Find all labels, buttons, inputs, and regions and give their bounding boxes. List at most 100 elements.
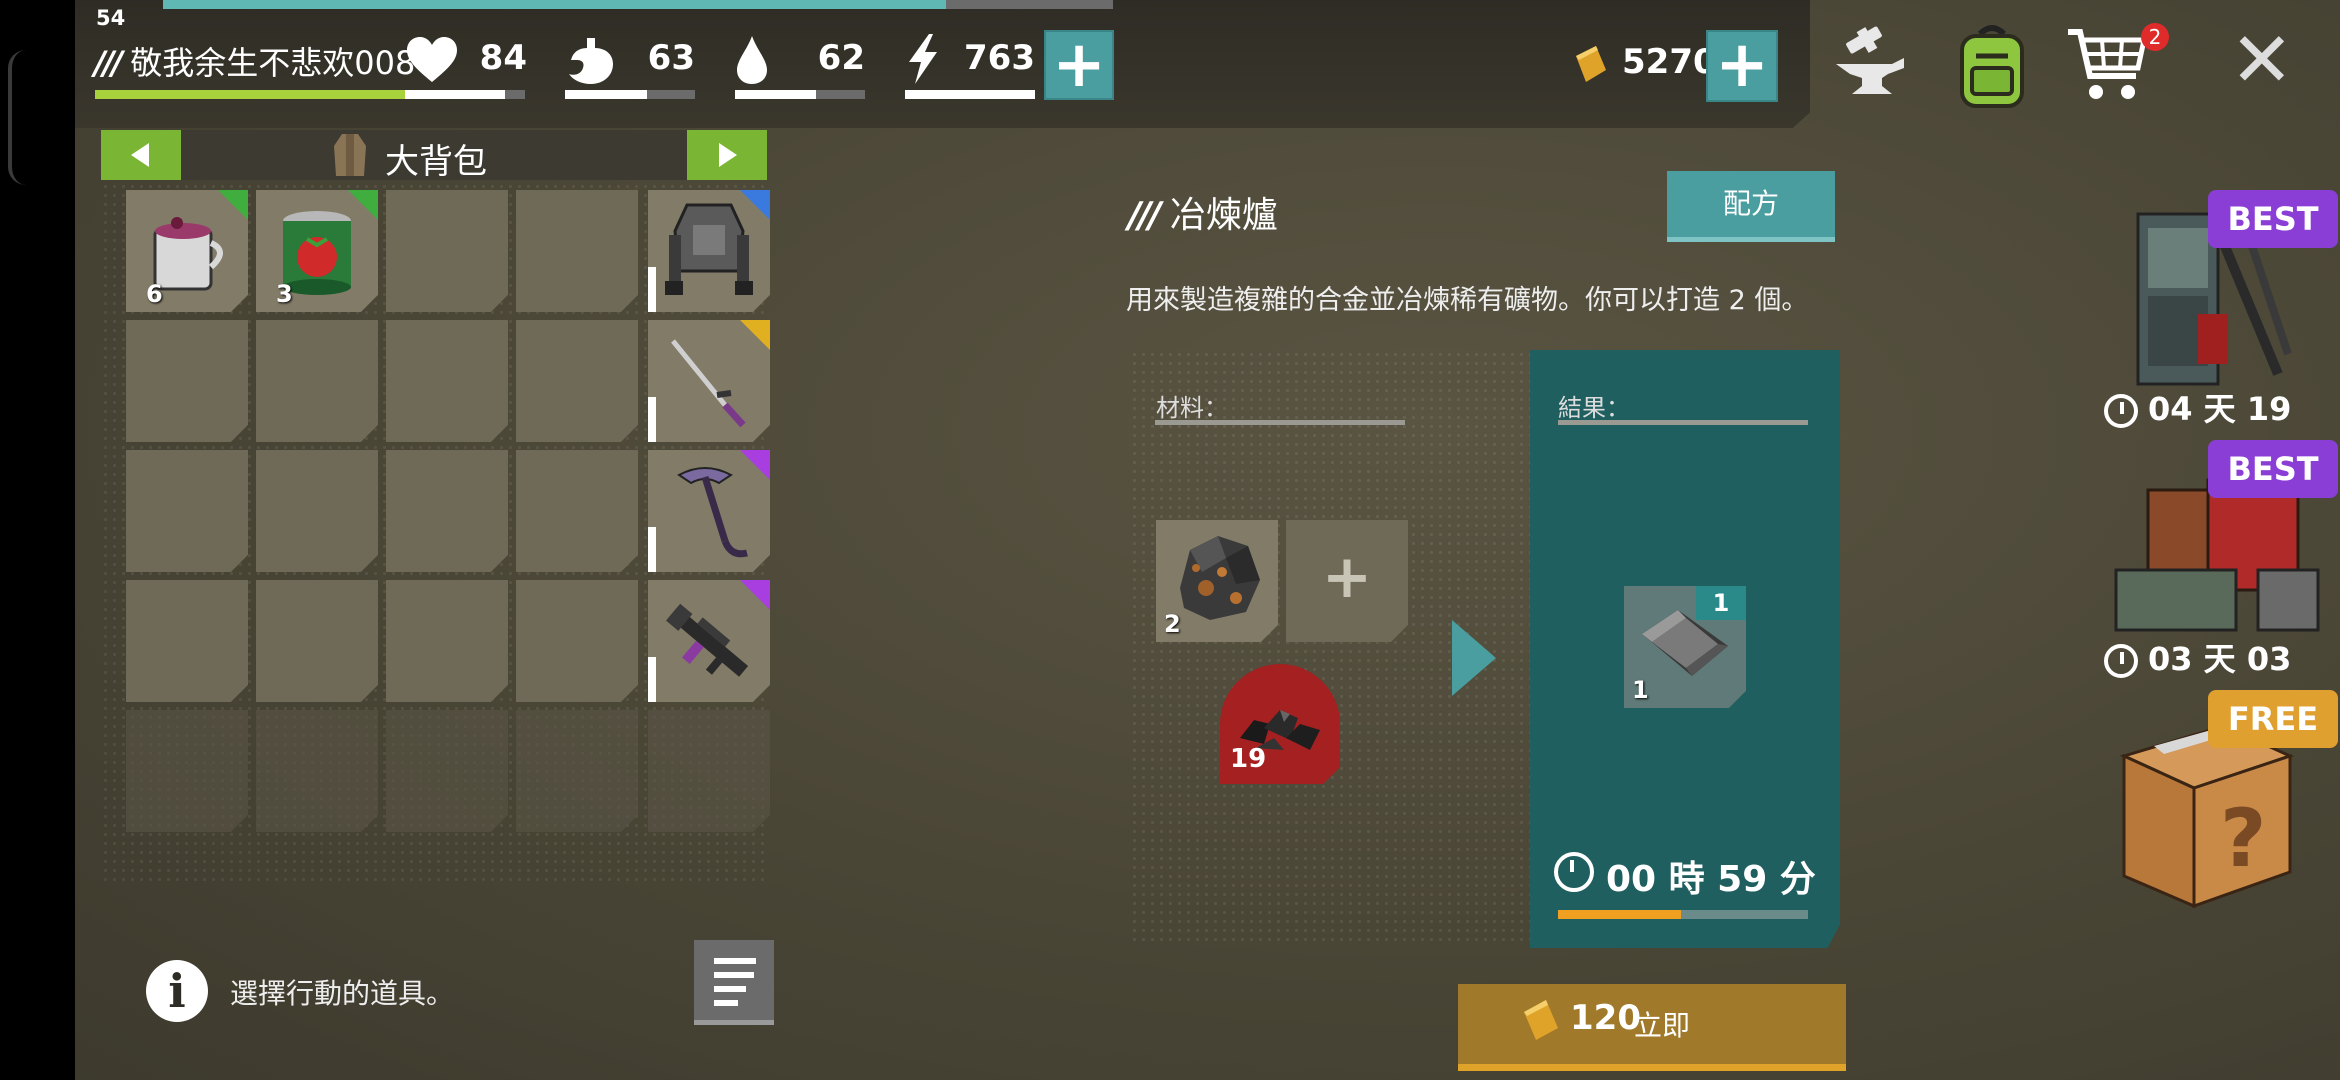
inventory-slot-berry-tea-mug[interactable]: 6 [126, 190, 248, 312]
inventory-title: 大背包 [385, 142, 487, 182]
svg-text:?: ? [2220, 792, 2266, 885]
inventory-slot-tomato-can[interactable]: 3 [256, 190, 378, 312]
offer-2-timer-text: 03 天 03 [2148, 640, 2292, 678]
empty-slot[interactable] [386, 320, 508, 442]
health-value: 84 [479, 38, 527, 78]
offer-2-timer: 03 天 03 [2104, 634, 2291, 680]
food-value: 63 [647, 38, 695, 78]
material-slot-ore[interactable]: 2 [1156, 520, 1278, 642]
sort-line [714, 986, 746, 992]
empty-slot[interactable] [126, 580, 248, 702]
inventory-next-button[interactable] [687, 130, 767, 180]
result-label: 結果： [1558, 394, 1630, 422]
offer-1-badge: BEST [2208, 190, 2338, 248]
station-description: 用來製造複雜的合金並冶煉稀有礦物。你可以打造 2 個。 [1126, 285, 1809, 316]
locked-slot [386, 710, 508, 832]
offer-3-badge: FREE [2208, 690, 2338, 748]
player-name[interactable]: /// 敬我余生不悲欢008 [94, 38, 415, 84]
close-button[interactable]: ✕ [2230, 20, 2294, 100]
instant-cost: 120 [1570, 998, 1641, 1038]
energy-stat: 763 [905, 30, 1035, 90]
offer-1-timer-text: 04 天 19 [2148, 390, 2292, 428]
sort-button[interactable] [694, 940, 774, 1025]
add-material-slot[interactable]: + [1286, 520, 1408, 642]
stomach-icon [569, 38, 613, 84]
craft-arrow-icon [1452, 620, 1496, 696]
timer-clock-icon [1554, 852, 1604, 892]
inventory-slot-assault-rifle[interactable] [648, 580, 770, 702]
empty-slot[interactable] [126, 450, 248, 572]
result-count: 1 [1632, 676, 1649, 704]
empty-slot[interactable] [516, 450, 638, 572]
sort-line [714, 972, 754, 978]
backpack-coat-icon [334, 134, 366, 176]
durability-bar [648, 657, 656, 702]
energy-bar-fill [905, 90, 1035, 99]
water-bar-fill [735, 90, 816, 99]
craft-timer: 00 時 59 分 [1606, 859, 1816, 900]
player-bar-fill [95, 90, 455, 99]
empty-slot[interactable] [256, 320, 378, 442]
materials-label: 材料： [1156, 394, 1228, 422]
inventory-prev-button[interactable] [101, 130, 181, 180]
locked-slot [256, 710, 378, 832]
backpack-icon[interactable] [1956, 24, 2028, 108]
locked-slot [516, 710, 638, 832]
water-stat: 62 [735, 30, 865, 90]
player-level: 54 [96, 6, 126, 30]
info-icon: i [146, 960, 208, 1022]
offer-1-timer: 04 天 19 [2104, 384, 2291, 430]
rarity-corner [348, 190, 378, 220]
clock-icon [2104, 644, 2138, 678]
gold-amount: 5270 [1622, 42, 1717, 82]
arrow-left-icon [131, 143, 149, 167]
empty-slot[interactable] [386, 190, 508, 312]
health-bar-fill [405, 90, 505, 99]
buy-gold-button[interactable]: + [1706, 30, 1778, 102]
rarity-corner [740, 450, 770, 480]
empty-slot[interactable] [516, 580, 638, 702]
sort-line [714, 1000, 738, 1006]
buy-energy-button[interactable]: + [1044, 30, 1114, 100]
inventory-slot-katana[interactable] [648, 320, 770, 442]
result-slot[interactable]: 1 1 [1624, 586, 1746, 708]
lightning-icon [909, 34, 937, 84]
result-divider [1558, 420, 1808, 425]
station-slashes: /// [1128, 195, 1161, 236]
locked-slot [126, 710, 248, 832]
empty-slot[interactable] [516, 190, 638, 312]
shop-cart-icon[interactable] [2066, 26, 2148, 106]
info-hint: 選擇行動的道具。 [230, 977, 455, 1010]
craft-progress-fill [1558, 910, 1681, 919]
rarity-corner [740, 580, 770, 610]
clock-icon [2104, 394, 2138, 428]
food-bar-fill [565, 90, 647, 99]
player-name-text: 敬我余生不悲欢008 [130, 44, 416, 82]
heart-icon [407, 37, 457, 82]
recipe-button[interactable]: 配方 [1667, 171, 1835, 242]
health-stat: 84 [405, 30, 527, 90]
device-edge [0, 0, 75, 1080]
xp-bar-fill [163, 0, 946, 9]
durability-bar [648, 527, 656, 572]
crafting-anvil-icon[interactable] [1832, 24, 1908, 100]
item-count: 6 [146, 280, 163, 308]
empty-slot[interactable] [126, 320, 248, 442]
empty-slot[interactable] [256, 580, 378, 702]
empty-slot[interactable] [516, 320, 638, 442]
locked-slot [648, 710, 770, 832]
offer-2-badge: BEST [2208, 440, 2338, 498]
cart-badge: 2 [2141, 23, 2169, 51]
result-badge: 1 [1696, 586, 1746, 620]
materials-divider [1155, 420, 1405, 425]
inventory-slot-armor-vest[interactable] [648, 190, 770, 312]
empty-slot[interactable] [386, 580, 508, 702]
food-stat: 63 [565, 30, 695, 90]
sort-line [714, 958, 756, 964]
ore-icon [1180, 536, 1260, 620]
empty-slot[interactable] [256, 450, 378, 572]
energy-value: 763 [964, 38, 1035, 78]
edge-curve [8, 50, 26, 185]
inventory-slot-war-pick[interactable] [648, 450, 770, 572]
empty-slot[interactable] [386, 450, 508, 572]
